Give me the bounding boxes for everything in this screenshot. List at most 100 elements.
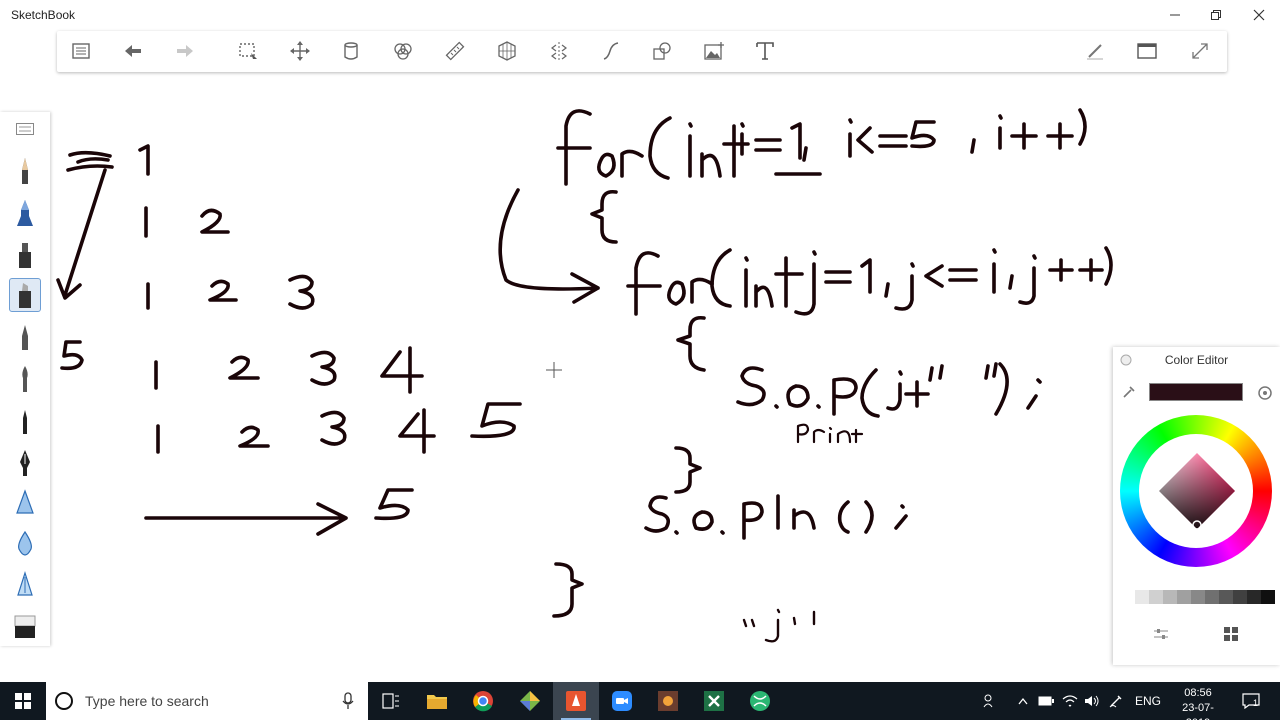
wifi-tray-icon[interactable] xyxy=(1060,682,1080,720)
windows-taskbar: Type here to search ENG 08:56 23-07- 1 xyxy=(0,682,1280,720)
chisel-marker-icon xyxy=(19,283,31,308)
taskbar-clock[interactable]: 08:56 23-07-2019 xyxy=(1172,686,1224,720)
paintbrush-brush[interactable] xyxy=(9,362,41,396)
app-title: SketchBook xyxy=(11,8,76,22)
gray-swatch[interactable] xyxy=(1135,590,1149,604)
search-placeholder: Type here to search xyxy=(85,693,209,709)
fountain-pen-brush[interactable] xyxy=(9,446,41,480)
taskbar-sketchbook[interactable] xyxy=(553,682,599,720)
marker-brush[interactable] xyxy=(9,238,41,272)
color-swatches-button[interactable] xyxy=(1219,623,1243,645)
fullscreen-button[interactable] xyxy=(1186,38,1214,64)
gray-swatch[interactable] xyxy=(1191,590,1205,604)
fountain-pen-icon xyxy=(20,450,30,476)
shape-button[interactable] xyxy=(648,38,676,64)
show-hidden-icons-button[interactable] xyxy=(1014,682,1032,720)
symmetry-icon xyxy=(551,42,567,60)
grid-icon xyxy=(1224,627,1238,641)
gray-swatch[interactable] xyxy=(1247,590,1261,604)
current-color-swatch[interactable] xyxy=(1149,383,1243,401)
marker-icon xyxy=(19,243,31,268)
brush-properties-button[interactable] xyxy=(1081,38,1109,64)
gray-swatch[interactable] xyxy=(1163,590,1177,604)
saturation-value-picker[interactable] xyxy=(1157,451,1237,531)
symmetry-button[interactable] xyxy=(545,38,573,64)
volume-tray-icon[interactable] xyxy=(1082,682,1102,720)
copy-paste-button[interactable] xyxy=(337,38,365,64)
image-button[interactable] xyxy=(700,38,728,64)
windows-logo-icon xyxy=(15,693,31,709)
taskbar-photo-app[interactable] xyxy=(645,682,691,720)
text-button[interactable] xyxy=(751,38,779,64)
color-sliders-button[interactable] xyxy=(1149,623,1173,645)
chisel-marker-brush[interactable] xyxy=(9,278,41,312)
expand-icon xyxy=(1192,43,1208,59)
copy-paste-icon xyxy=(344,42,358,60)
ruler-icon xyxy=(445,41,465,61)
redo-button[interactable] xyxy=(171,38,199,64)
pencil-icon xyxy=(22,158,28,184)
sharpen-brush[interactable] xyxy=(9,568,41,602)
taskbar-excel[interactable] xyxy=(691,682,737,720)
perspective-grid-icon xyxy=(498,41,516,61)
gray-swatch[interactable] xyxy=(1261,590,1275,604)
microphone-icon[interactable] xyxy=(342,692,354,710)
ruler-button[interactable] xyxy=(441,38,469,64)
airbrush-icon xyxy=(17,200,33,226)
gray-swatch[interactable] xyxy=(1219,590,1233,604)
restore-button[interactable] xyxy=(1194,0,1238,30)
airbrush-brush[interactable] xyxy=(9,196,41,230)
gray-swatch[interactable] xyxy=(1177,590,1191,604)
video-camera-icon xyxy=(612,691,632,711)
menu-icon xyxy=(72,43,90,59)
pencil-brush[interactable] xyxy=(9,154,41,188)
start-button[interactable] xyxy=(0,682,46,720)
cortana-icon xyxy=(55,692,73,710)
battery-tray-icon[interactable] xyxy=(1036,682,1056,720)
undo-arrow-icon xyxy=(125,45,141,57)
eraser-brush[interactable] xyxy=(9,610,41,644)
gray-swatch[interactable] xyxy=(1205,590,1219,604)
brush-library-button[interactable] xyxy=(9,112,41,146)
taskbar-search[interactable]: Type here to search xyxy=(46,682,368,720)
taskbar-app-globe[interactable] xyxy=(737,682,783,720)
transform-tool-button[interactable] xyxy=(286,38,314,64)
smudge-brush[interactable] xyxy=(9,486,41,520)
language-indicator[interactable]: ENG xyxy=(1134,682,1162,720)
lagoon-button[interactable] xyxy=(67,38,95,64)
notification-center-button[interactable]: 1 xyxy=(1238,682,1264,720)
main-toolbar xyxy=(57,31,1227,72)
layers-button[interactable] xyxy=(389,38,417,64)
task-view-button[interactable] xyxy=(368,682,414,720)
perspective-button[interactable] xyxy=(493,38,521,64)
people-tray-icon[interactable] xyxy=(980,682,1000,720)
color-editor-title: Color Editor xyxy=(1164,353,1229,367)
taskbar-file-explorer[interactable] xyxy=(414,682,460,720)
ink-pen-brush[interactable] xyxy=(9,404,41,438)
clock-time: 08:56 xyxy=(1184,687,1212,699)
pen-workspace-tray-icon[interactable] xyxy=(1106,682,1126,720)
minimize-icon xyxy=(1170,14,1180,16)
curve-button[interactable] xyxy=(597,38,625,64)
hue-wheel[interactable] xyxy=(1120,415,1272,567)
ballpoint-pen-brush[interactable] xyxy=(9,320,41,354)
title-bar: SketchBook xyxy=(0,0,1280,30)
taskbar-chrome[interactable] xyxy=(460,682,506,720)
sliders-icon xyxy=(1154,629,1168,639)
water-drop-icon xyxy=(18,530,32,556)
select-tool-button[interactable] xyxy=(234,38,262,64)
sketchbook-app-icon xyxy=(566,691,586,711)
gray-swatch[interactable] xyxy=(1121,590,1135,604)
minimize-button[interactable] xyxy=(1153,0,1197,30)
toggle-ui-button[interactable] xyxy=(1133,38,1161,64)
color-mode-icon[interactable] xyxy=(1256,384,1274,402)
drawing-canvas[interactable] xyxy=(50,80,1280,680)
gray-swatch[interactable] xyxy=(1233,590,1247,604)
eyedropper-icon[interactable] xyxy=(1121,384,1137,400)
taskbar-app-diamond[interactable] xyxy=(507,682,553,720)
close-button[interactable] xyxy=(1237,0,1280,30)
taskbar-zoom[interactable] xyxy=(599,682,645,720)
gray-swatch[interactable] xyxy=(1149,590,1163,604)
undo-button[interactable] xyxy=(119,38,147,64)
blur-brush[interactable] xyxy=(9,526,41,560)
